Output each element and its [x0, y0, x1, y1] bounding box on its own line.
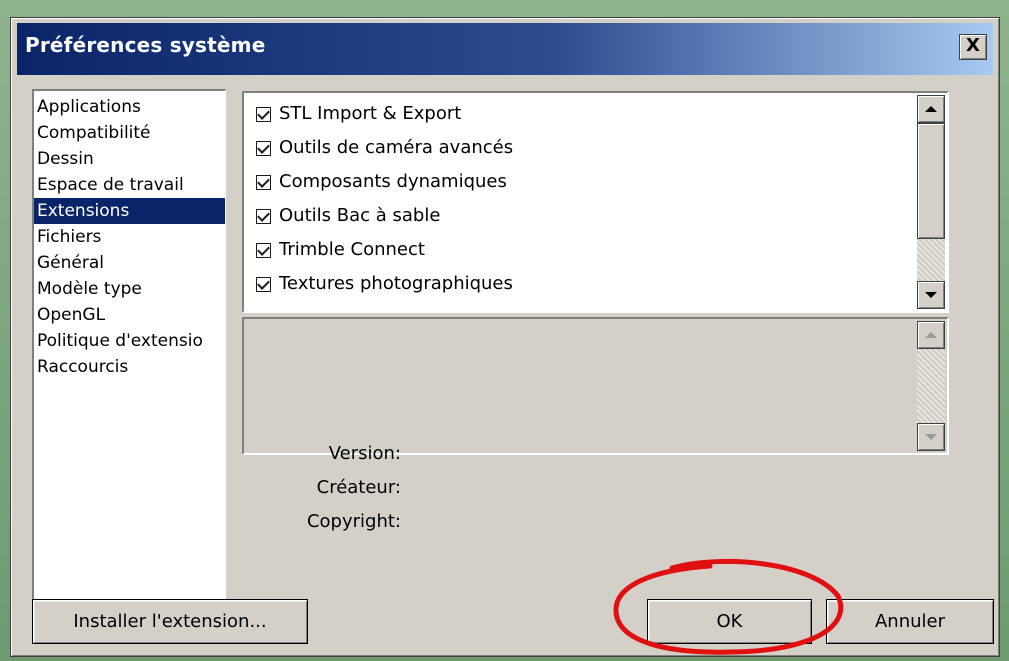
close-icon: X [966, 35, 980, 56]
install-extension-button[interactable]: Installer l'extension... [32, 599, 308, 644]
category-item-raccourcis[interactable]: Raccourcis [34, 354, 225, 380]
extension-item-trimble-connect[interactable]: Trimble Connect [256, 235, 425, 265]
scroll-up-button[interactable] [917, 95, 945, 123]
preferences-dialog: Préférences système X Applications Compa… [10, 17, 1000, 657]
extension-description [242, 317, 949, 455]
triangle-up-icon [925, 106, 937, 112]
extensions-scrollbar[interactable] [917, 95, 945, 309]
description-scroll-down-button [917, 423, 945, 451]
scroll-track[interactable] [917, 239, 945, 281]
category-item-general[interactable]: Général [34, 250, 225, 276]
extension-label: Trimble Connect [279, 239, 425, 260]
description-scroll-up-button [917, 321, 945, 349]
category-item-politique-extension[interactable]: Politique d'extensio [34, 328, 225, 354]
triangle-up-icon [925, 332, 937, 338]
extension-item-photo-textures[interactable]: Textures photographiques [256, 269, 513, 299]
checkmark-icon[interactable] [256, 106, 271, 122]
extension-label: Textures photographiques [279, 273, 513, 294]
extension-item-stl[interactable]: STL Import & Export [256, 99, 461, 129]
category-item-dessin[interactable]: Dessin [34, 146, 225, 172]
category-item-extensions[interactable]: Extensions [34, 198, 225, 224]
title-bar[interactable]: Préférences système X [17, 23, 993, 75]
category-item-compatibilite[interactable]: Compatibilité [34, 120, 225, 146]
description-scroll-track [917, 349, 945, 423]
triangle-down-icon [925, 434, 937, 440]
checkmark-icon[interactable] [256, 242, 271, 258]
ok-button[interactable]: OK [647, 599, 812, 644]
cancel-button[interactable]: Annuler [826, 599, 994, 644]
scroll-thumb[interactable] [917, 123, 945, 239]
category-item-modele-type[interactable]: Modèle type [34, 276, 225, 302]
description-scrollbar [917, 321, 945, 451]
checkmark-icon[interactable] [256, 174, 271, 190]
extension-label: Composants dynamiques [279, 171, 507, 192]
extension-label: Outils de caméra avancés [279, 137, 514, 158]
creator-label: Créateur: [316, 477, 401, 498]
version-label: Version: [328, 443, 401, 464]
copyright-label: Copyright: [306, 511, 401, 532]
triangle-down-icon [925, 292, 937, 298]
category-list[interactable]: Applications Compatibilité Dessin Espace… [32, 89, 226, 604]
category-item-applications[interactable]: Applications [34, 94, 225, 120]
dialog-title: Préférences système [25, 33, 266, 57]
extensions-list: STL Import & Export Outils de caméra ava… [242, 91, 949, 313]
category-item-espace-de-travail[interactable]: Espace de travail [34, 172, 225, 198]
extension-label: STL Import & Export [279, 103, 462, 124]
extension-item-sandbox[interactable]: Outils Bac à sable [256, 201, 440, 231]
category-item-opengl[interactable]: OpenGL [34, 302, 225, 328]
extension-label: Outils Bac à sable [279, 205, 441, 226]
scroll-down-button[interactable] [917, 281, 945, 309]
extension-item-camera[interactable]: Outils de caméra avancés [256, 133, 513, 163]
category-item-fichiers[interactable]: Fichiers [34, 224, 225, 250]
extension-item-dynamic-components[interactable]: Composants dynamiques [256, 167, 507, 197]
checkmark-icon[interactable] [256, 208, 271, 224]
checkmark-icon[interactable] [256, 140, 271, 156]
checkmark-icon[interactable] [256, 276, 271, 292]
close-button[interactable]: X [959, 34, 987, 60]
